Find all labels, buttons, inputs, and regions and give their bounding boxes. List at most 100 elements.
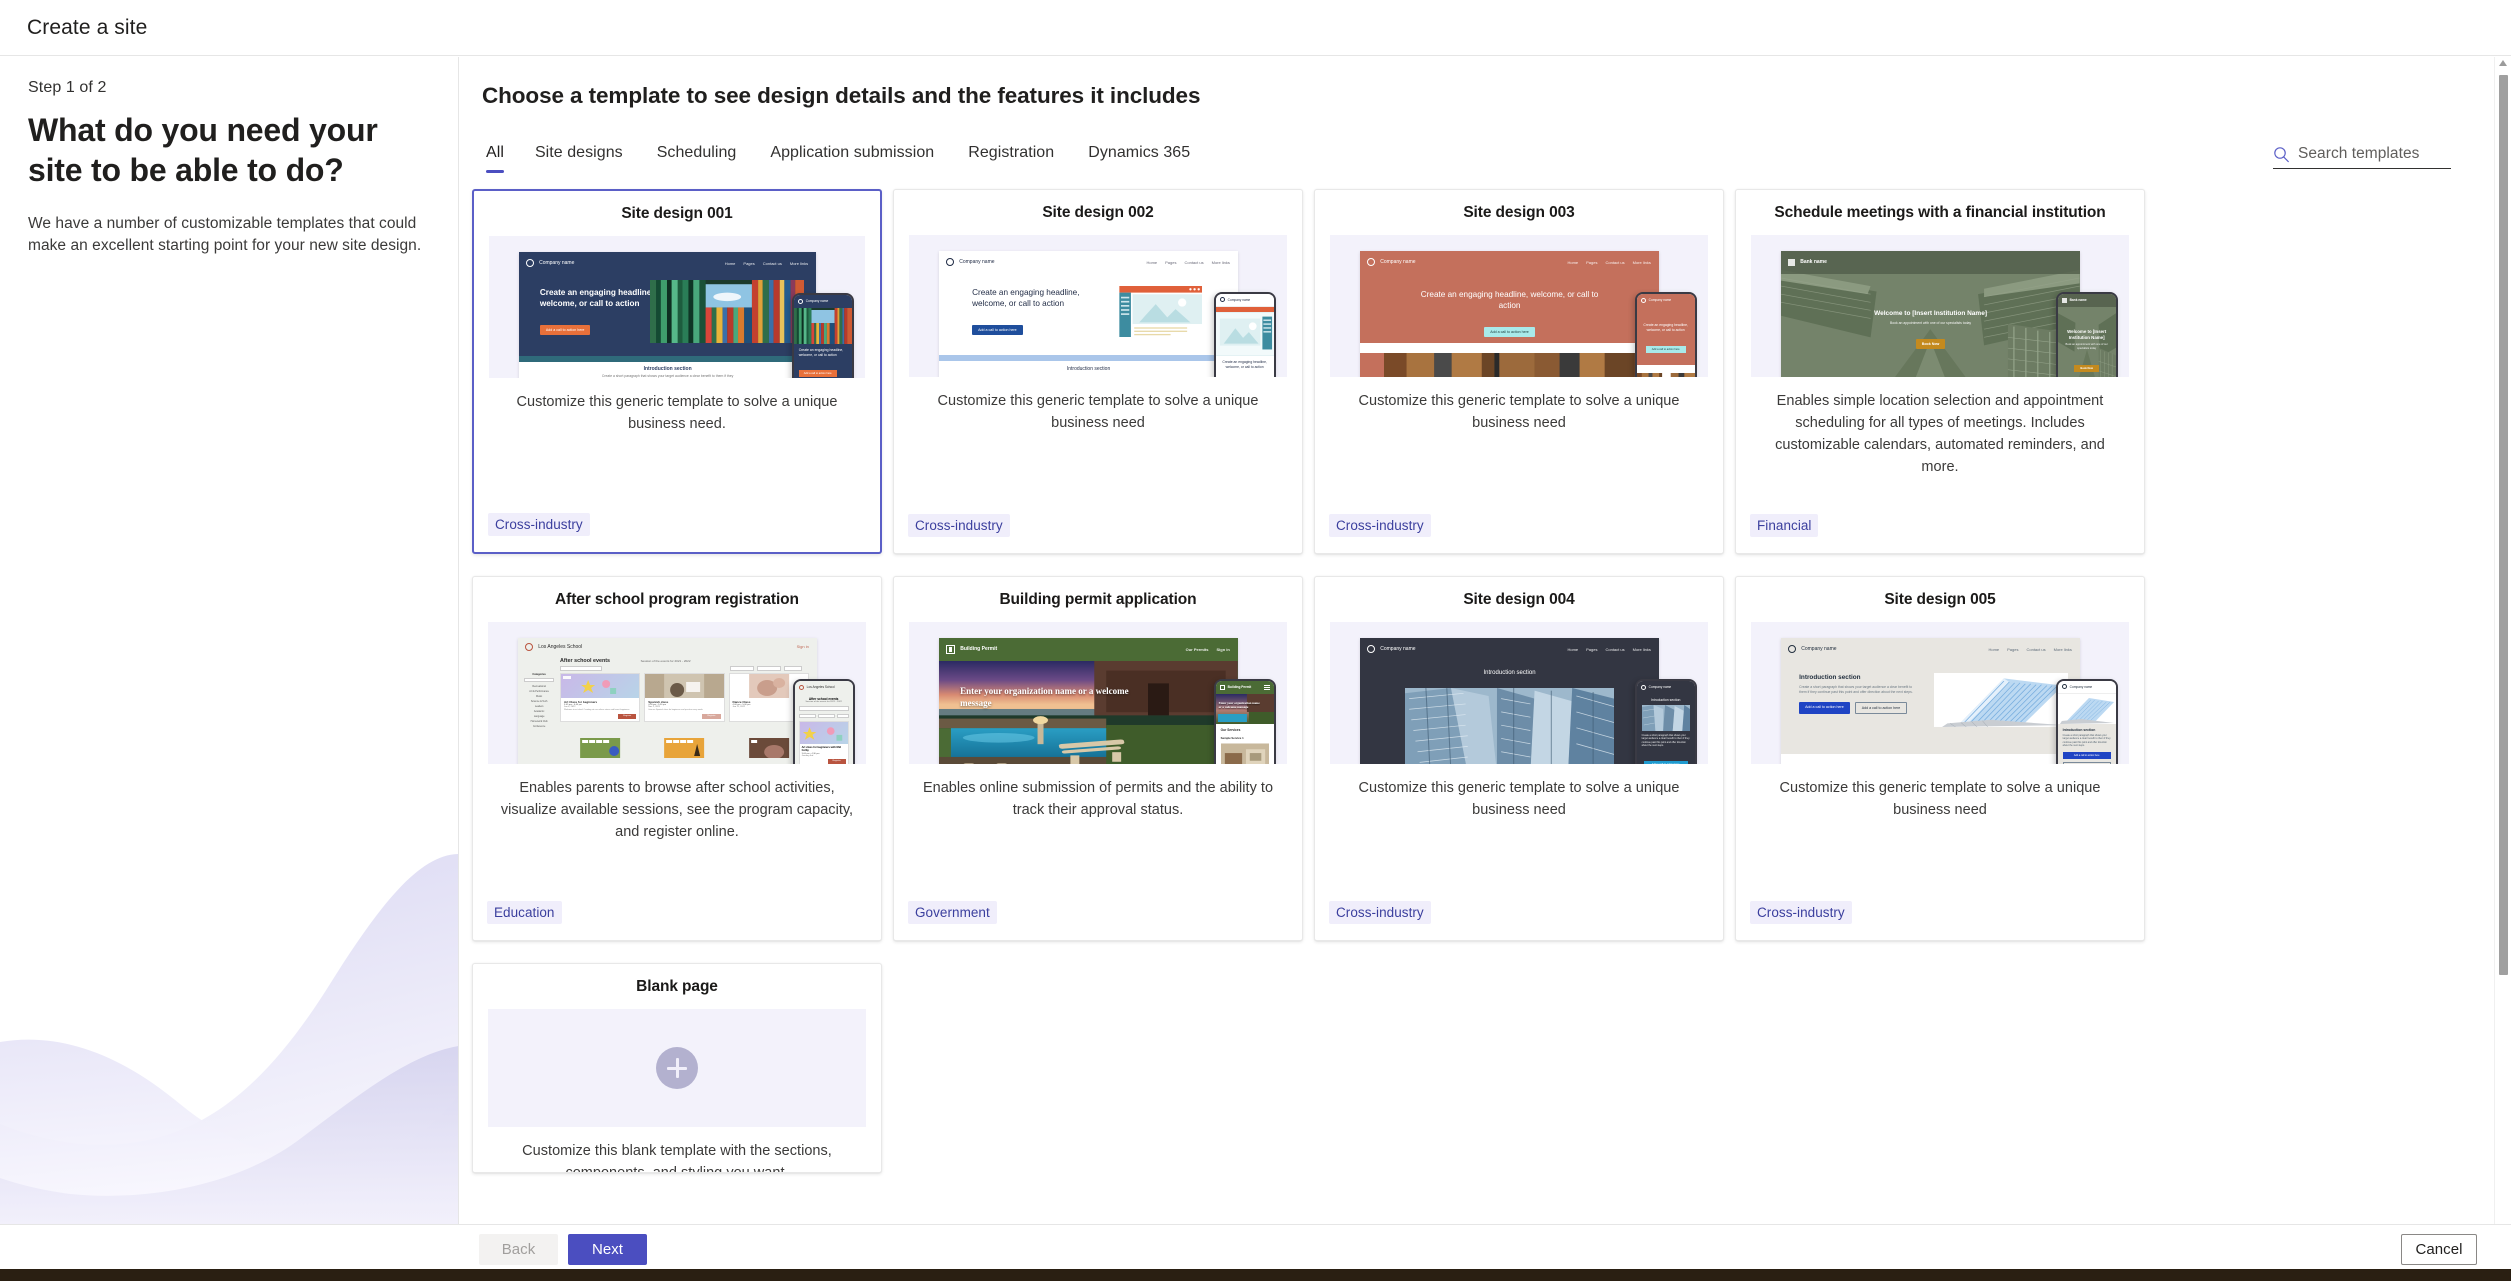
scrollbar-thumb[interactable] — [2499, 75, 2508, 975]
template-card-schedule-meetings-financial[interactable]: Schedule meetings with a financial insti… — [1735, 189, 2145, 554]
tab-scheduling[interactable]: Scheduling — [640, 144, 754, 173]
search-icon — [2274, 146, 2289, 162]
template-card-title: Site design 004 — [1463, 591, 1575, 608]
mock-image-shelf — [1384, 353, 1635, 378]
template-card-site-design-004[interactable]: Site design 004 Company name Home Pages … — [1314, 576, 1724, 941]
mock-brand: Company name — [959, 259, 995, 266]
template-card-description: Customize this blank template with the s… — [522, 1143, 832, 1172]
tab-application-submission[interactable]: Application submission — [753, 144, 951, 173]
page-scrollbar[interactable] — [2494, 57, 2511, 1224]
template-card-chip: Cross-industry — [1750, 901, 1852, 924]
page-description: We have a number of customizable templat… — [28, 214, 422, 255]
panel-heading: Choose a template to see design details … — [482, 83, 1201, 108]
mock-cta-button: Add a call to action here — [539, 324, 591, 335]
mock-phone-preview: Company name — [1213, 291, 1276, 378]
mock-nav-link: Home — [1567, 259, 1579, 265]
mock-nav-link: Sign in — [796, 644, 809, 650]
tab-dynamics-365[interactable]: Dynamics 365 — [1071, 144, 1207, 173]
template-thumbnail: Building Permit Our Permits Sign in Ente… — [909, 622, 1287, 765]
mock-body-text: Create a short paragraph that shows your… — [1799, 685, 1913, 695]
mock-phone-preview: Company name — [2055, 678, 2118, 765]
mock-nav-link: Pages — [1586, 259, 1598, 265]
mock-cta-secondary-button: Add a call to action here — [1854, 702, 1908, 715]
back-button[interactable]: Back — [479, 1234, 558, 1265]
mock-image-window — [1118, 285, 1202, 338]
mock-phone-preview: Company name Create an engaging headline… — [1634, 291, 1697, 378]
template-card-chip: Education — [487, 901, 562, 924]
mock-brand: Building Permit — [960, 646, 998, 653]
mock-nav-link: Pages — [1165, 259, 1177, 265]
template-card-description: Enables simple location selection and ap… — [1775, 393, 2105, 476]
template-card-after-school-registration[interactable]: After school program registration Los An… — [472, 576, 882, 941]
mock-brand: Bank name — [1800, 259, 1827, 266]
mock-image-glass-tower — [1405, 687, 1615, 765]
template-card-site-design-001[interactable]: Site design 001 Company name Home Pages … — [472, 189, 882, 554]
template-card-title: Site design 005 — [1884, 591, 1996, 608]
mock-nav-link: More links — [2053, 646, 2072, 652]
mock-headline: Welcome to [Insert Institution Name] — [1874, 310, 1987, 318]
template-card-building-permit-application[interactable]: Building permit application Building Per… — [893, 576, 1303, 941]
template-thumbnail-blank — [488, 1009, 866, 1128]
category-tabs: All Site designs Scheduling Application … — [482, 144, 1207, 173]
template-card-description: Customize this generic template to solve… — [1358, 393, 1680, 432]
next-button[interactable]: Next — [568, 1234, 647, 1265]
template-grid: Site design 001 Company name Home Pages … — [472, 189, 2492, 1173]
step-indicator: Step 1 of 2 — [28, 79, 107, 96]
mock-nav-link: Home — [1567, 646, 1579, 652]
mock-nav-link: Contact us — [1184, 259, 1204, 265]
mock-brand: Los Angeles School — [538, 643, 583, 650]
template-card-site-design-003[interactable]: Site design 003 Company name Home Pages … — [1314, 189, 1724, 554]
left-sidebar: Step 1 of 2 What do you need your site t… — [0, 57, 459, 1224]
scroll-up-arrow-icon[interactable] — [2499, 60, 2507, 66]
mock-body-text: Create a short paragraph that shows your… — [601, 374, 734, 379]
template-card-description: Customize this generic template to solve… — [1358, 780, 1680, 819]
template-card-blank-page[interactable]: Blank page Customize this blank template… — [472, 963, 882, 1173]
template-card-chip: Cross-industry — [1329, 901, 1431, 924]
cancel-button[interactable]: Cancel — [2401, 1234, 2477, 1265]
window-titlebar: Create a site — [0, 0, 2511, 56]
mock-cta-button: Add a call to action here — [1799, 702, 1850, 715]
search-templates-box[interactable]: Search templates — [2273, 145, 2451, 169]
mock-headline: Create an engaging headline, welcome, or… — [972, 288, 1080, 309]
template-card-site-design-005[interactable]: Site design 005 Company name Home Pages … — [1735, 576, 2145, 941]
template-thumbnail: Company name Home Pages Contact us More … — [1751, 622, 2129, 765]
template-card-description: Customize this generic template to solve… — [937, 393, 1259, 432]
mock-nav-link: Contact us — [762, 260, 782, 266]
template-thumbnail: Company name Home Pages Contact us More … — [489, 236, 865, 379]
mock-nav-link: Pages — [1586, 646, 1598, 652]
mock-brand: Company name — [1380, 646, 1416, 653]
template-card-title: Site design 002 — [1042, 204, 1154, 221]
template-card-site-design-002[interactable]: Site design 002 Company name Home Pages … — [893, 189, 1303, 554]
mock-nav-link: More links — [789, 260, 809, 266]
mock-subhead: Session of the events for 2021 - 2022 — [640, 659, 691, 664]
template-card-chip: Cross-industry — [908, 514, 1010, 537]
template-card-chip: Government — [908, 901, 997, 924]
mock-cta-button: Add a call to action here — [972, 325, 1023, 336]
tab-site-designs[interactable]: Site designs — [518, 144, 640, 173]
mock-nav-link: More links — [1632, 646, 1651, 652]
mock-phone-preview: Los Angeles School After school events S… — [792, 678, 855, 765]
mock-nav-link: Contact us — [1605, 646, 1625, 652]
search-input-placeholder[interactable]: Search templates — [2298, 145, 2419, 163]
mock-phone-preview: Building Permit Enter your organization … — [1213, 678, 1276, 765]
template-card-chip: Cross-industry — [488, 513, 590, 536]
mock-section-title: Introduction section — [1483, 670, 1536, 677]
window-title: Create a site — [27, 15, 148, 39]
plus-icon — [656, 1047, 698, 1090]
tab-registration[interactable]: Registration — [951, 144, 1071, 173]
mock-nav-link: Pages — [2007, 646, 2019, 652]
wizard-footer: Back Next Cancel — [0, 1224, 2511, 1269]
template-card-chip: Cross-industry — [1329, 514, 1431, 537]
template-thumbnail: Los Angeles School Sign in After school … — [488, 622, 866, 765]
mock-image-pool-sunset — [939, 660, 1238, 765]
template-card-chip: Financial — [1750, 514, 1819, 537]
template-card-description: Customize this generic template to solve… — [516, 394, 838, 433]
mock-nav-link: More links — [1632, 259, 1651, 265]
mock-phone-preview: Company name Introduction section Create… — [1634, 678, 1697, 765]
template-card-title: Site design 001 — [621, 205, 733, 222]
mock-brand: Company name — [539, 260, 575, 267]
tab-all[interactable]: All — [482, 144, 518, 173]
mock-nav-link: Home — [1988, 646, 2000, 652]
mock-phone-preview: Bank name Welcome to [Insert Institution… — [2055, 291, 2118, 378]
template-thumbnail: Bank name Welcome to [Insert Institution… — [1751, 235, 2129, 378]
